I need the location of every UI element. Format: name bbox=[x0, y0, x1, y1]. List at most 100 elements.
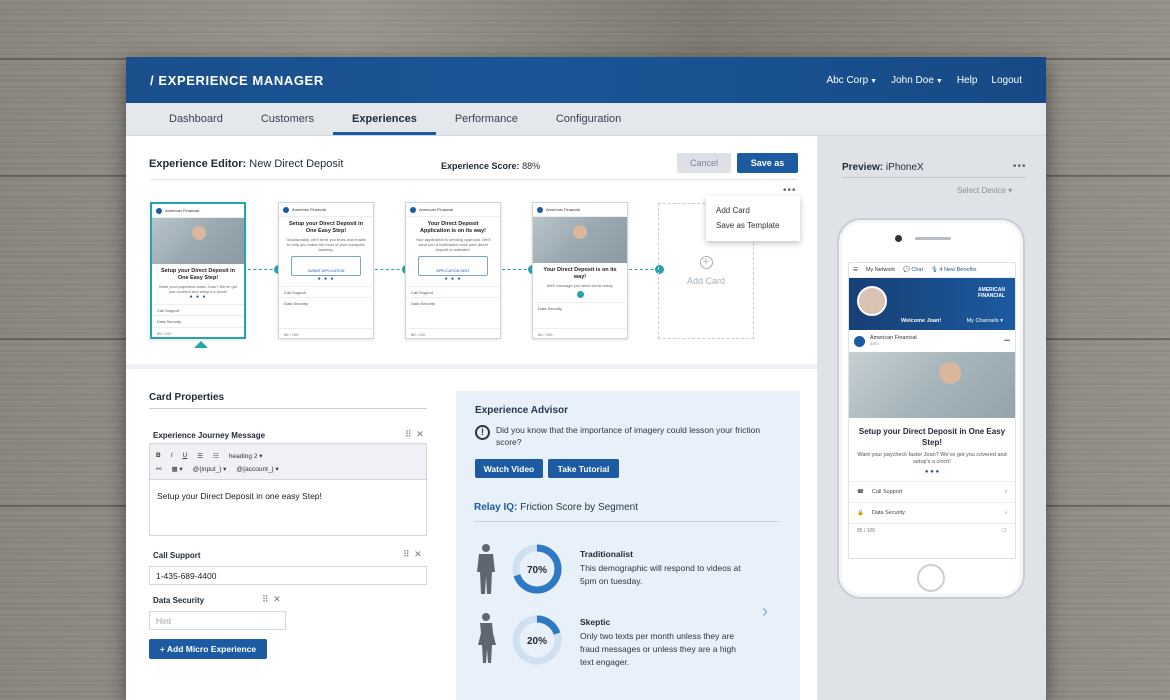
main-tabs: Dashboard Customers Experiences Performa… bbox=[126, 103, 1046, 136]
benefits-link[interactable]: 🎙 4 New Benefits bbox=[931, 267, 977, 273]
bold-button[interactable]: B bbox=[156, 452, 161, 459]
segment-description: Only two texts per month unless they are… bbox=[580, 631, 736, 667]
card-row: Call Support bbox=[279, 286, 373, 297]
drag-handle-close-icon[interactable]: ⠿ ✕ bbox=[262, 594, 282, 605]
call-support-row[interactable]: ☎ Call Support › bbox=[849, 481, 1015, 502]
app-title: / EXPERIENCE MANAGER bbox=[150, 72, 324, 88]
card-journey-strip: American Financial Setup your Direct Dep… bbox=[126, 196, 817, 356]
call-support-input[interactable]: 1-435-689-4400 bbox=[149, 566, 427, 585]
chevron-right-icon[interactable]: › bbox=[762, 601, 768, 622]
chevron-right-icon: › bbox=[1005, 510, 1007, 516]
card-row: Data Security bbox=[152, 315, 244, 326]
account-token-select[interactable]: @{account_} ▾ bbox=[236, 465, 278, 473]
brand-logo-icon bbox=[537, 206, 543, 213]
table-icon[interactable]: ▦ ▾ bbox=[171, 465, 182, 473]
upload-box: SUBMIT APPLICATION bbox=[291, 256, 361, 276]
tab-configuration[interactable]: Configuration bbox=[537, 103, 640, 135]
carousel-dots: ● ● ● bbox=[924, 469, 940, 475]
input-token-select[interactable]: @{input_} ▾ bbox=[193, 465, 227, 473]
chevron-down-icon: ▼ bbox=[870, 77, 878, 85]
home-button[interactable] bbox=[917, 564, 945, 592]
advisor-tip: Did you know that the importance of imag… bbox=[496, 425, 761, 447]
underline-button[interactable]: U bbox=[183, 452, 188, 459]
chat-link[interactable]: 💬 Chat bbox=[903, 267, 923, 273]
journey-message-text[interactable]: Setup your Direct Deposit in one easy St… bbox=[150, 480, 426, 512]
heading-select[interactable]: heading 2 ▾ bbox=[229, 452, 263, 460]
add-micro-experience-button[interactable]: + Add Micro Experience bbox=[149, 639, 267, 659]
person-silhouette-icon bbox=[478, 613, 496, 663]
divider bbox=[842, 177, 1026, 178]
card-title: Setup your Direct Deposit in One Easy St… bbox=[289, 221, 363, 234]
mobile-nav: ☰ My Network 💬 Chat 🎙 4 New Benefits bbox=[849, 263, 1015, 278]
drag-handle-close-icon[interactable]: ⠿ ✕ bbox=[403, 549, 423, 560]
drag-handle-close-icon[interactable]: ⠿ ✕ bbox=[405, 429, 425, 440]
menu-item-save-template[interactable]: Save as Template bbox=[716, 218, 790, 233]
numbered-list-icon[interactable]: ☷ bbox=[213, 452, 219, 460]
my-network-link[interactable]: My Network bbox=[866, 267, 895, 273]
more-options-icon[interactable]: ••• bbox=[1004, 338, 1010, 344]
segment-description: This demographic will respond to videos … bbox=[580, 563, 741, 586]
cancel-button[interactable]: Cancel bbox=[677, 153, 731, 173]
comment-icon[interactable]: 🗨 bbox=[1001, 528, 1007, 534]
link-icon[interactable]: ⚯ bbox=[156, 465, 161, 473]
tab-performance[interactable]: Performance bbox=[436, 103, 537, 135]
card-row: Data Security bbox=[406, 297, 500, 308]
tab-experiences[interactable]: Experiences bbox=[333, 103, 436, 135]
company-menu[interactable]: Abc Corp ▼ bbox=[826, 75, 877, 86]
logout-link[interactable]: Logout bbox=[991, 75, 1022, 86]
watch-video-button[interactable]: Watch Video bbox=[475, 459, 543, 478]
journey-message-editor[interactable]: B I U ☰ ☷ heading 2 ▾ ⚯ ▦ ▾ @{input_} ▾ … bbox=[149, 443, 427, 536]
advisor-title: Experience Advisor bbox=[475, 405, 569, 416]
italic-button[interactable]: I bbox=[171, 452, 173, 459]
card-image bbox=[533, 217, 627, 263]
phone-icon: ☎ bbox=[857, 489, 864, 495]
chevron-right-icon: › bbox=[1005, 489, 1007, 495]
card-subtitle: Occasionally, we'll send you texts and e… bbox=[286, 237, 366, 252]
menu-icon[interactable]: ☰ bbox=[853, 267, 858, 273]
post-footer: 85 / 100 🗨 bbox=[849, 523, 1015, 537]
divider bbox=[474, 521, 780, 522]
experience-score: Experience Score: 88% bbox=[441, 161, 541, 171]
card-title: Setup your Direct Deposit in One Easy St… bbox=[161, 268, 235, 281]
data-security-row[interactable]: 🔒 Data Security › bbox=[849, 502, 1015, 523]
selected-card-indicator bbox=[194, 341, 208, 348]
checkmark-icon bbox=[576, 291, 584, 298]
post-title: Setup your Direct Deposit in One Easy St… bbox=[858, 427, 1006, 447]
my-channels-dropdown[interactable]: My Channels ▾ bbox=[967, 318, 1003, 324]
take-tutorial-button[interactable]: Take Tutorial bbox=[548, 459, 619, 478]
editor-heading: Experience Editor: New Direct Deposit bbox=[149, 158, 344, 170]
card-subtitle: Want your paycheck faster Joan? We've go… bbox=[159, 284, 237, 294]
journey-connector bbox=[375, 269, 405, 270]
post-image bbox=[849, 352, 1015, 418]
card-subtitle: We'll message you when we're ready. bbox=[546, 283, 614, 288]
preview-panel: Preview: iPhoneX ••• Select Device ▾ ☰ M… bbox=[817, 136, 1046, 700]
more-options-icon[interactable]: ••• bbox=[783, 185, 797, 196]
tab-customers[interactable]: Customers bbox=[242, 103, 333, 135]
phone-screen: ☰ My Network 💬 Chat 🎙 4 New Benefits AME… bbox=[848, 262, 1016, 559]
journey-card[interactable]: American Financial Your Direct Deposit A… bbox=[405, 202, 501, 339]
app-window: / EXPERIENCE MANAGER Abc Corp ▼ John Doe ▼… bbox=[126, 57, 1046, 700]
bullet-list-icon[interactable]: ☰ bbox=[197, 452, 203, 460]
brand-logo-icon bbox=[854, 335, 865, 347]
speaker-grill bbox=[915, 237, 951, 240]
info-icon: ! bbox=[475, 425, 490, 440]
help-link[interactable]: Help bbox=[957, 75, 978, 86]
user-menu[interactable]: John Doe ▼ bbox=[891, 75, 943, 86]
save-as-button[interactable]: Save as bbox=[737, 153, 798, 173]
divider bbox=[149, 408, 427, 409]
preview-title: Preview: iPhoneX bbox=[842, 162, 924, 173]
data-security-input[interactable]: Hint bbox=[149, 611, 286, 630]
tab-dashboard[interactable]: Dashboard bbox=[150, 103, 242, 135]
journey-card[interactable]: American Financial Your Direct Deposit i… bbox=[532, 202, 628, 339]
post-subtitle: Want your paycheck faster Joan? We've go… bbox=[857, 452, 1007, 465]
select-device-dropdown[interactable]: Select Device ▾ bbox=[957, 186, 1012, 195]
menu-item-add-card[interactable]: Add Card bbox=[716, 203, 790, 218]
journey-card[interactable]: American Financial Setup your Direct Dep… bbox=[278, 202, 374, 339]
options-menu: Add Card Save as Template bbox=[706, 196, 800, 241]
divider bbox=[149, 179, 798, 180]
top-nav: Abc Corp ▼ John Doe ▼ Help Logout bbox=[826, 75, 1022, 86]
card-image bbox=[152, 218, 244, 264]
journey-card[interactable]: American Financial Setup your Direct Dep… bbox=[150, 202, 246, 339]
card-row: Data Security bbox=[279, 297, 373, 308]
more-options-icon[interactable]: ••• bbox=[1013, 161, 1027, 172]
